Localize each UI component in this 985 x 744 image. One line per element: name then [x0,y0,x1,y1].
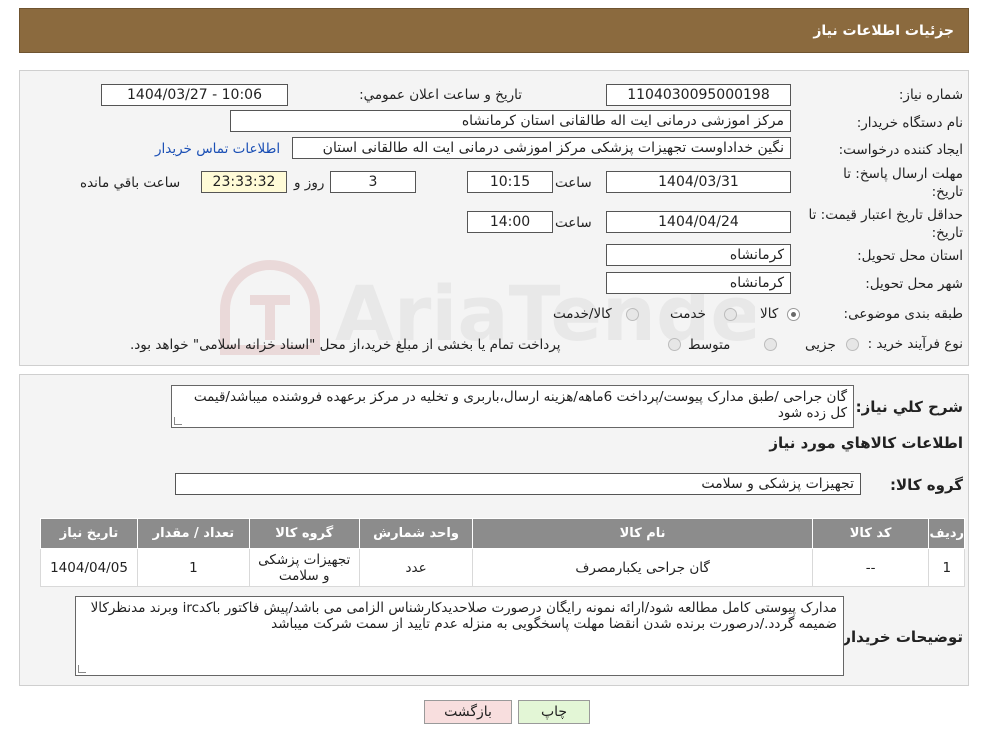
category-goods-radio[interactable] [787,308,800,321]
category-goods-service-label: کالا/خدمت [553,306,612,322]
remaining-time-label: ساعت باقي مانده [80,175,181,191]
col-unit: واحد شمارش [358,518,474,549]
summary-textarea[interactable]: گان جراحی /طبق مدارک پیوست/پرداخت 6ماهه/… [171,385,854,428]
category-label: طبقه بندی موضوعی: [843,306,963,322]
cell-need-date: 1404/04/05 [39,548,139,587]
page-title: جزئیات اطلاعات نیاز [813,23,954,39]
buyer-org-label: نام دستگاه خریدار: [856,115,963,131]
need-number-label: شماره نیاز: [898,87,963,103]
price-validity-time-label: ساعت [555,215,592,231]
purchase-process-label: نوع فرآیند خرید : [867,336,963,352]
price-validity-label: حداقل تاریخ اعتبار قیمت: تا تاریخ: [808,207,963,241]
category-service-label: خدمت [670,306,706,322]
announce-date-field: 1404/03/27 - 10:06 [101,84,288,106]
summary-label: شرح کلي نیاز: [855,398,963,416]
goods-table-header: ردیف کد کالا نام کالا واحد شمارش گروه کا… [39,518,965,549]
goods-group-field: تجهیزات پزشکی و سلامت [175,473,861,495]
goods-group-label: گروه کالا: [890,476,963,494]
delivery-city-field: کرمانشاه [606,272,791,294]
deadline-date-field: 1404/03/31 [606,171,791,193]
cell-goods-group: تجهیزات پزشکی و سلامت [248,548,360,587]
cell-row-number: 1 [928,548,965,587]
goods-table: ردیف کد کالا نام کالا واحد شمارش گروه کا… [39,518,965,587]
remaining-time-field: 23:33:32 [201,171,287,193]
goods-info-title: اطلاعات کالاهاي مورد نیاز [769,434,963,452]
deadline-label: مهلت ارسال پاسخ: تا تاریخ: [843,166,963,200]
category-goods-service-radio[interactable] [626,308,639,321]
category-service-radio[interactable] [724,308,737,321]
delivery-province-field: کرمانشاه [606,244,791,266]
price-validity-date-field: 1404/04/24 [606,211,791,233]
buyer-contact-link[interactable]: اطلاعات تماس خریدار [155,141,280,157]
days-remaining-field: 3 [330,171,416,193]
cell-goods-code: -- [811,548,930,587]
process-medium-label: متوسط [688,337,731,353]
cell-goods-name: گان جراحی یکبارمصرف [472,548,813,587]
category-goods-label: کالا [760,306,779,322]
days-label: روز و [294,175,325,191]
col-need-date: تاریخ نیاز [39,518,139,549]
col-goods-code: کد کالا [811,518,930,549]
buyer-notes-label: توضیحات خریدار: [836,628,963,646]
col-row-number: ردیف [928,518,965,549]
resize-handle-icon[interactable] [78,665,86,673]
buyer-notes-textarea[interactable]: مدارک پیوستی کامل مطالعه شود/ارائه نمونه… [75,596,844,676]
treasury-payment-note: پرداخت تمام یا بخشی از مبلغ خرید،از محل … [130,337,561,353]
creator-field: نگین خداداوست تجهیزات پزشکی مرکز اموزشی … [292,137,791,159]
buyer-org-field: مرکز اموزشی درمانی ایت اله طالقانی استان… [230,110,791,132]
back-button[interactable]: بازگشت [424,700,512,724]
cell-quantity: 1 [137,548,250,587]
col-quantity: تعداد / مقدار [137,518,250,549]
treasury-payment-checkbox[interactable] [668,338,681,351]
page-header: جزئیات اطلاعات نیاز [19,8,969,53]
need-number-field: 1104030095000198 [606,84,791,106]
resize-handle-icon[interactable] [174,417,182,425]
process-minor-radio[interactable] [846,338,859,351]
deadline-time-field: 10:15 [467,171,553,193]
process-medium-radio[interactable] [764,338,777,351]
col-goods-group: گروه کالا [248,518,360,549]
process-minor-label: جزیی [805,337,836,353]
delivery-city-label: شهر محل تحویل: [865,276,963,292]
buyer-notes-text: مدارک پیوستی کامل مطالعه شود/ارائه نمونه… [90,600,837,632]
print-button[interactable]: چاپ [518,700,590,724]
summary-text: گان جراحی /طبق مدارک پیوست/پرداخت 6ماهه/… [193,389,847,421]
col-goods-name: نام کالا [472,518,813,549]
deadline-time-label: ساعت [555,175,592,191]
cell-unit: عدد [358,548,474,587]
price-validity-time-field: 14:00 [467,211,553,233]
creator-label: ایجاد کننده درخواست: [838,142,963,158]
table-row: 1 -- گان جراحی یکبارمصرف عدد تجهیزات پزش… [39,548,965,587]
delivery-province-label: استان محل تحویل: [857,248,963,264]
announce-date-label: تاریخ و ساعت اعلان عمومي: [359,87,522,103]
